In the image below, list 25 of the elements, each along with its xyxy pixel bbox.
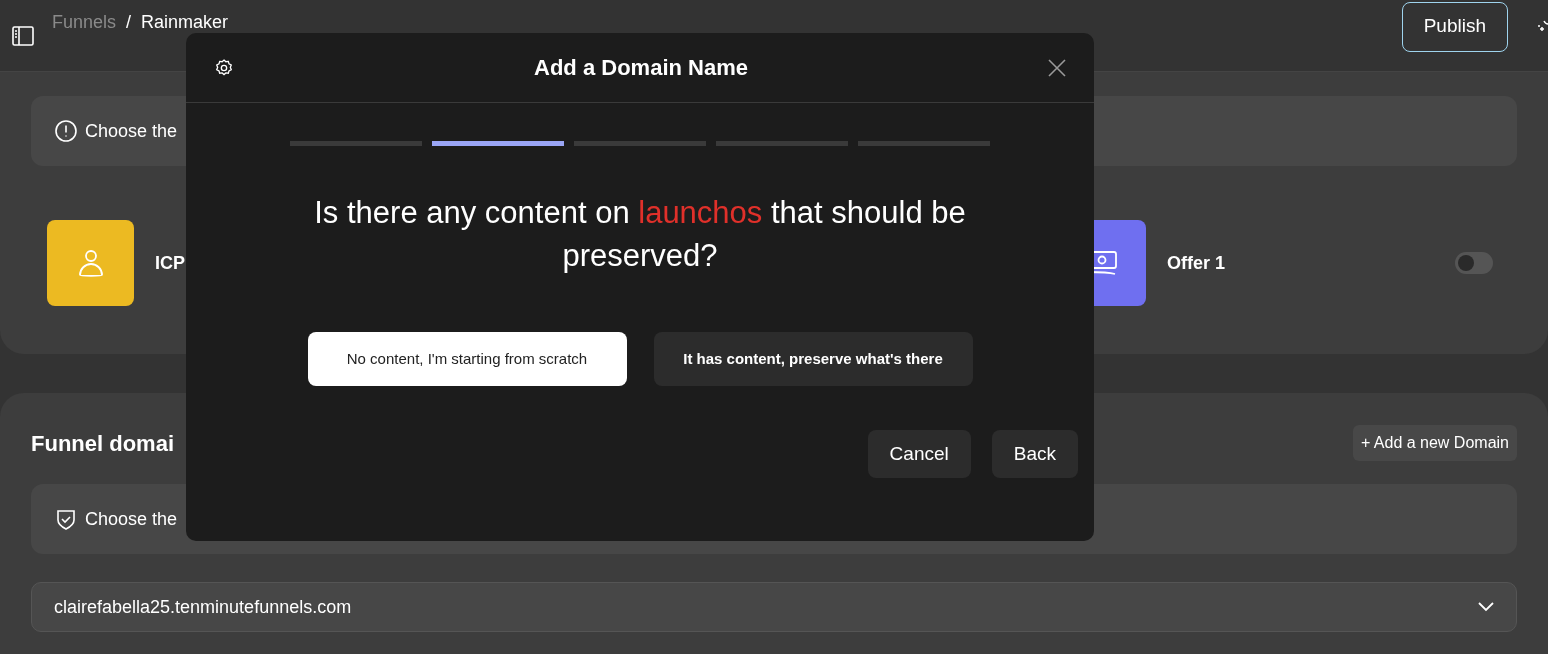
question-text: Is there any content on launchos that should be preserved?	[313, 194, 967, 275]
breadcrumb-separator: /	[126, 12, 132, 31]
section-title: Funnel domai	[31, 429, 174, 458]
option-button[interactable]: No content, I'm starting from scratch	[307, 332, 627, 386]
modal-title: Add a Domain Name	[534, 54, 748, 82]
dialog-button[interactable]: Back	[991, 430, 1078, 478]
settings-icon[interactable]	[214, 57, 234, 78]
dialog-button[interactable]: Cancel	[867, 430, 971, 478]
person-icon	[77, 248, 104, 278]
notice-text: Choose the	[85, 119, 178, 143]
shield-check-icon	[55, 508, 77, 530]
breadcrumb-link[interactable]: Funnels	[52, 12, 117, 31]
close-icon[interactable]	[1048, 58, 1066, 77]
publish-button[interactable]: Publish	[1401, 1, 1508, 52]
chevron-down-icon	[1478, 602, 1494, 612]
card-label: Offer 1	[1166, 251, 1225, 275]
add-domain-button[interactable]: + Add a new Domain	[1352, 425, 1517, 461]
notice-text: Choose the	[85, 507, 178, 531]
toggle-switch[interactable]	[1455, 252, 1493, 274]
breadcrumb-current: Rainmaker	[141, 12, 229, 31]
sidebar-icon[interactable]	[12, 25, 34, 46]
domain-select[interactable]: clairefabella25.tenminutefunnels.com	[31, 582, 1517, 632]
alert-icon	[55, 120, 77, 142]
card-label: ICP	[155, 251, 185, 275]
option-button[interactable]: It has content, preserve what's there	[653, 332, 973, 386]
